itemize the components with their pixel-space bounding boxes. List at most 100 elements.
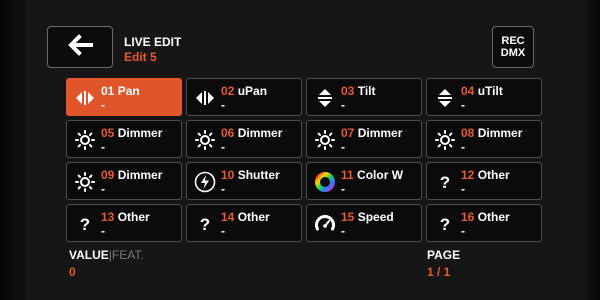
channel-grid: 01 Pan -02 uPan -03 Tilt -04 uTilt -05 Dimme…	[66, 78, 542, 242]
channel-value: -	[341, 140, 345, 154]
channel-label: 13 Other	[101, 210, 150, 224]
channel-button-10[interactable]: 10 Shutter -	[186, 162, 302, 200]
channel-value: -	[341, 182, 345, 196]
sun-icon	[314, 129, 336, 151]
channel-number: 14	[221, 210, 235, 224]
channel-number: 13	[101, 210, 115, 224]
channel-number: 03	[341, 84, 355, 98]
channel-button-11[interactable]: 11 Color W-	[306, 162, 422, 200]
svg-text:?: ?	[200, 215, 210, 234]
dmx-label: DMX	[500, 47, 526, 59]
channel-value: -	[461, 224, 465, 238]
channel-number: 08	[461, 126, 475, 140]
channel-name: Dimmer	[117, 168, 163, 182]
channel-button-06[interactable]: 06 Dimmer -	[186, 120, 302, 158]
channel-number: 07	[341, 126, 355, 140]
channel-name: Dimmer	[117, 126, 163, 140]
channel-button-12[interactable]: ? 12 Other -	[426, 162, 542, 200]
channel-button-16[interactable]: ? 16 Other -	[426, 204, 542, 242]
channel-button-13[interactable]: ? 13 Other -	[66, 204, 182, 242]
channel-label: 01 Pan	[101, 84, 140, 98]
channel-name: Other	[477, 210, 510, 224]
channel-button-01[interactable]: 01 Pan -	[66, 78, 182, 116]
channel-name: uPan	[237, 84, 268, 98]
channel-name: Dimmer	[477, 126, 523, 140]
channel-name: Shutter	[237, 168, 280, 182]
channel-number: 11	[341, 168, 354, 182]
channel-value: -	[221, 224, 225, 238]
channel-label: 15 Speed	[341, 210, 394, 224]
channel-name: uTilt	[477, 84, 503, 98]
question-icon: ?	[434, 171, 456, 193]
channel-button-08[interactable]: 08 Dimmer -	[426, 120, 542, 158]
rec-label: REC	[501, 35, 525, 47]
svg-text:?: ?	[440, 173, 450, 192]
channel-value: -	[221, 140, 225, 154]
sun-icon	[74, 129, 96, 151]
back-button[interactable]	[47, 26, 113, 68]
question-icon: ?	[74, 213, 96, 235]
sun-icon	[434, 129, 456, 151]
page-subtitle: Edit 5	[124, 50, 157, 64]
channel-button-04[interactable]: 04 uTilt -	[426, 78, 542, 116]
channel-label: 03 Tilt	[341, 84, 375, 98]
channel-name: Color W	[357, 168, 404, 182]
channel-label: 14 Other	[221, 210, 270, 224]
channel-label: 04 uTilt	[461, 84, 503, 98]
svg-text:?: ?	[440, 215, 450, 234]
pan-icon	[194, 87, 216, 109]
channel-label: 05 Dimmer	[101, 126, 162, 140]
page-readout[interactable]: 1 / 1	[427, 265, 450, 279]
channel-value: -	[101, 98, 105, 112]
channel-label: 08 Dimmer	[461, 126, 522, 140]
value-readout: 0	[69, 265, 76, 279]
channel-number: 02	[221, 84, 235, 98]
channel-label: 12 Other	[461, 168, 510, 182]
tilt-icon	[314, 87, 336, 109]
color-wheel-icon	[314, 171, 336, 193]
question-icon: ?	[194, 213, 216, 235]
channel-number: 16	[461, 210, 475, 224]
channel-button-09[interactable]: 09 Dimmer -	[66, 162, 182, 200]
channel-name: Other	[237, 210, 270, 224]
page-label: PAGE	[427, 248, 461, 262]
channel-value: -	[221, 182, 225, 196]
device-bezel-left	[0, 0, 26, 300]
channel-value: -	[461, 140, 465, 154]
channel-label: 06 Dimmer	[221, 126, 282, 140]
channel-button-02[interactable]: 02 uPan -	[186, 78, 302, 116]
channel-button-03[interactable]: 03 Tilt -	[306, 78, 422, 116]
device-bezel-right	[586, 0, 600, 300]
lightning-icon	[194, 171, 216, 193]
channel-button-14[interactable]: ? 14 Other -	[186, 204, 302, 242]
channel-name: Speed	[357, 210, 394, 224]
channel-label: 07 Dimmer	[341, 126, 402, 140]
channel-button-15[interactable]: 15 Speed -	[306, 204, 422, 242]
channel-number: 09	[101, 168, 115, 182]
channel-number: 06	[221, 126, 235, 140]
channel-value: -	[101, 140, 105, 154]
svg-text:?: ?	[80, 215, 90, 234]
sun-icon	[74, 171, 96, 193]
rec-dmx-button[interactable]: REC DMX	[492, 26, 534, 68]
value-tab[interactable]: VALUE|FEAT.	[69, 248, 144, 262]
pan-icon	[74, 87, 96, 109]
channel-label: 09 Dimmer	[101, 168, 162, 182]
channel-label: 11 Color W	[341, 168, 403, 182]
channel-value: -	[101, 224, 105, 238]
channel-button-05[interactable]: 05 Dimmer -	[66, 120, 182, 158]
feat-tab[interactable]: FEAT.	[112, 248, 144, 262]
channel-value: -	[461, 182, 465, 196]
channel-value: -	[221, 98, 225, 112]
value-label: VALUE	[69, 248, 109, 262]
channel-number: 05	[101, 126, 115, 140]
channel-button-07[interactable]: 07 Dimmer -	[306, 120, 422, 158]
channel-number: 04	[461, 84, 475, 98]
channel-number: 01	[101, 84, 115, 98]
channel-value: -	[341, 224, 345, 238]
channel-name: Other	[117, 210, 150, 224]
channel-number: 12	[461, 168, 475, 182]
channel-name: Dimmer	[237, 126, 283, 140]
channel-value: -	[341, 98, 345, 112]
tilt-icon	[434, 87, 456, 109]
